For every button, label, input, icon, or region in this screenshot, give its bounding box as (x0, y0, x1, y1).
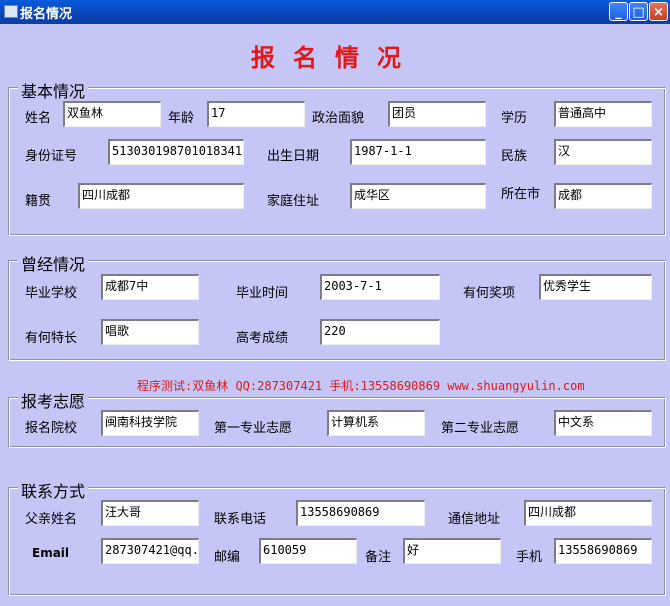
ethnicity-label: 民族 (501, 149, 528, 164)
education-field[interactable]: 普通高中 (554, 101, 652, 127)
award-label: 有何奖项 (463, 286, 516, 301)
city-field[interactable]: 成都 (554, 183, 652, 209)
mailing-address-label: 通信地址 (448, 512, 501, 527)
birth-date-label: 出生日期 (267, 149, 320, 164)
exam-score-field[interactable]: 220 (320, 319, 440, 345)
home-address-field[interactable]: 成华区 (350, 183, 486, 209)
application-wish-legend: 报考志愿 (18, 388, 89, 412)
politics-field[interactable]: 团员 (388, 101, 486, 127)
name-field[interactable]: 双鱼林 (63, 101, 161, 127)
ethnicity-field[interactable]: 汉 (554, 139, 652, 165)
native-place-label: 籍贯 (25, 194, 52, 209)
contact-group: 联系方式 (8, 478, 666, 596)
college-field[interactable]: 闽南科技学院 (101, 410, 199, 436)
close-button[interactable]: × (649, 2, 668, 21)
native-place-field[interactable]: 四川成都 (78, 183, 244, 209)
minimize-button[interactable]: _ (609, 2, 628, 21)
contact-legend: 联系方式 (18, 478, 89, 502)
basic-info-legend: 基本情况 (18, 78, 89, 102)
past-info-legend: 曾经情况 (18, 251, 89, 275)
exam-score-label: 高考成绩 (236, 331, 289, 346)
talent-label: 有何特长 (25, 331, 78, 346)
contact-phone-label: 联系电话 (214, 512, 267, 527)
city-label: 所在市 (501, 187, 541, 202)
age-field[interactable]: 17 (207, 101, 305, 127)
father-name-label: 父亲姓名 (25, 512, 78, 527)
second-major-field[interactable]: 中文系 (554, 410, 652, 436)
education-label: 学历 (501, 111, 528, 126)
graduation-time-field[interactable]: 2003-7-1 (320, 274, 440, 300)
talent-field[interactable]: 唱歌 (101, 319, 199, 345)
college-label: 报名院校 (25, 421, 78, 436)
window-title: 报名情况 (20, 7, 73, 22)
name-label: 姓名 (25, 111, 52, 126)
home-address-label: 家庭住址 (267, 194, 320, 209)
zip-code-label: 邮编 (214, 550, 241, 565)
mailing-address-field[interactable]: 四川成都 (524, 500, 652, 526)
first-major-field[interactable]: 计算机系 (327, 410, 425, 436)
mobile-field[interactable]: 13558690869 (554, 538, 652, 564)
email-label: Email (32, 546, 70, 560)
remark-label: 备注 (365, 550, 392, 565)
id-number-field[interactable]: 513030198701018341 (108, 139, 244, 165)
school-field[interactable]: 成都7中 (101, 274, 199, 300)
maximize-button[interactable]: □ (629, 2, 648, 21)
title-bar: 报名情况 _ □ × (0, 0, 670, 24)
birth-date-field[interactable]: 1987-1-1 (350, 139, 486, 165)
father-name-field[interactable]: 汪大哥 (101, 500, 199, 526)
first-major-label: 第一专业志愿 (214, 421, 293, 436)
zip-code-field[interactable]: 610059 (259, 538, 357, 564)
page-heading: 报名情况 (251, 43, 419, 72)
contact-phone-field[interactable]: 13558690869 (296, 500, 425, 526)
app-icon (4, 5, 18, 18)
politics-label: 政治面貌 (312, 111, 365, 126)
second-major-label: 第二专业志愿 (441, 421, 520, 436)
graduation-time-label: 毕业时间 (236, 286, 289, 301)
id-number-label: 身份证号 (25, 149, 78, 164)
email-field[interactable]: 287307421@qq.com (101, 538, 199, 564)
age-label: 年龄 (168, 111, 195, 126)
remark-field[interactable]: 好 (403, 538, 501, 564)
school-label: 毕业学校 (25, 286, 78, 301)
award-field[interactable]: 优秀学生 (539, 274, 652, 300)
mobile-label: 手机 (516, 550, 543, 565)
